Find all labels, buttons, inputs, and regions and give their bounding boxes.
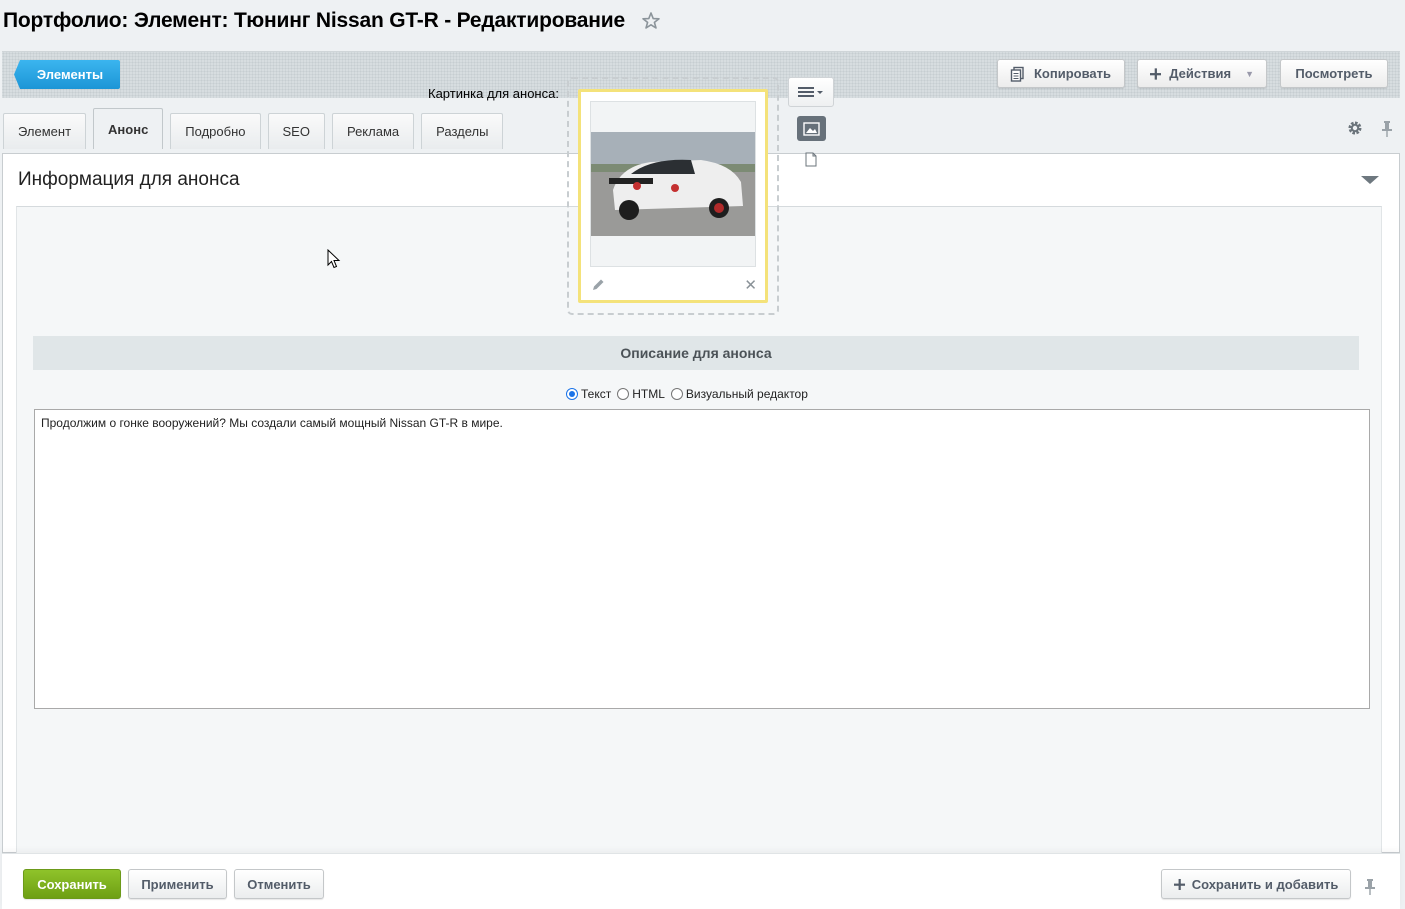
mode-text-label: Текст xyxy=(581,387,612,401)
view-button[interactable]: Посмотреть xyxy=(1280,59,1388,88)
mode-html-radio[interactable] xyxy=(617,388,630,400)
save-and-add-button[interactable]: Сохранить и добавить xyxy=(1161,869,1351,899)
tab-tools xyxy=(1347,120,1393,138)
plus-icon xyxy=(1173,878,1185,890)
copy-label: Копировать xyxy=(1034,66,1112,81)
mode-text-radio[interactable] xyxy=(566,388,578,400)
plus-icon xyxy=(1150,67,1162,80)
file-icon[interactable] xyxy=(805,152,817,167)
save-and-add-label: Сохранить и добавить xyxy=(1191,876,1339,892)
actions-button[interactable]: Действия ▼ xyxy=(1137,59,1267,88)
mode-html-option[interactable]: HTML xyxy=(617,387,665,401)
star-icon[interactable] xyxy=(641,11,661,31)
menu-icon xyxy=(798,87,823,97)
picture-preview[interactable] xyxy=(590,101,756,267)
copy-button[interactable]: Копировать xyxy=(997,59,1125,88)
mode-visual-option[interactable]: Визуальный редактор xyxy=(670,387,808,401)
gear-icon[interactable] xyxy=(1347,120,1363,136)
section-title: Информация для анонса xyxy=(18,169,240,190)
car-image xyxy=(591,132,755,236)
tab-seo[interactable]: SEO xyxy=(267,113,325,149)
picture-label: Картинка для анонса: xyxy=(428,86,559,101)
tab-bar: Элемент Анонс Подробно SEO Реклама Разде… xyxy=(3,108,510,149)
description-heading: Описание для анонса xyxy=(33,336,1359,370)
mode-html-label: HTML xyxy=(632,387,665,401)
mouse-cursor-icon xyxy=(327,249,341,269)
tab-sections[interactable]: Разделы xyxy=(421,113,504,149)
mode-visual-label: Визуальный редактор xyxy=(685,387,808,401)
tab-details[interactable]: Подробно xyxy=(170,113,261,149)
tab-announce[interactable]: Анонс xyxy=(93,108,164,149)
chevron-down-icon: ▼ xyxy=(1245,68,1254,79)
actions-label: Действия xyxy=(1169,66,1232,81)
pin-icon[interactable] xyxy=(1364,878,1376,896)
tab-element[interactable]: Элемент xyxy=(3,113,87,149)
collapse-toggle-icon[interactable] xyxy=(1361,176,1379,184)
pin-icon[interactable] xyxy=(1381,120,1393,138)
close-icon[interactable]: ✕ xyxy=(744,278,757,293)
elements-back-button[interactable]: Элементы xyxy=(14,60,120,89)
apply-button[interactable]: Применить xyxy=(128,869,227,899)
editor-mode-switch: Текст HTML Визуальный редактор xyxy=(566,387,814,401)
copy-icon xyxy=(1010,66,1024,82)
footer-bar: Сохранить Применить Отменить Сохранить и… xyxy=(2,853,1400,909)
page-title-text: Портфолио: Элемент: Тюнинг Nissan GT-R -… xyxy=(3,9,625,32)
page-title: Портфолио: Элемент: Тюнинг Nissan GT-R -… xyxy=(3,9,661,33)
pencil-icon[interactable] xyxy=(591,278,605,292)
picture-menu-button[interactable] xyxy=(788,77,834,107)
mode-text-option[interactable]: Текст xyxy=(566,387,611,401)
tab-advertising[interactable]: Реклама xyxy=(331,113,415,149)
image-icon xyxy=(803,121,820,136)
description-textarea[interactable]: Продолжим о гонке вооружений? Мы создали… xyxy=(34,409,1370,709)
save-button[interactable]: Сохранить xyxy=(23,869,121,899)
picture-frame: ✕ xyxy=(578,89,768,303)
mode-visual-radio[interactable] xyxy=(670,388,683,400)
image-mode-button[interactable] xyxy=(797,116,826,141)
cancel-button[interactable]: Отменить xyxy=(234,869,324,899)
